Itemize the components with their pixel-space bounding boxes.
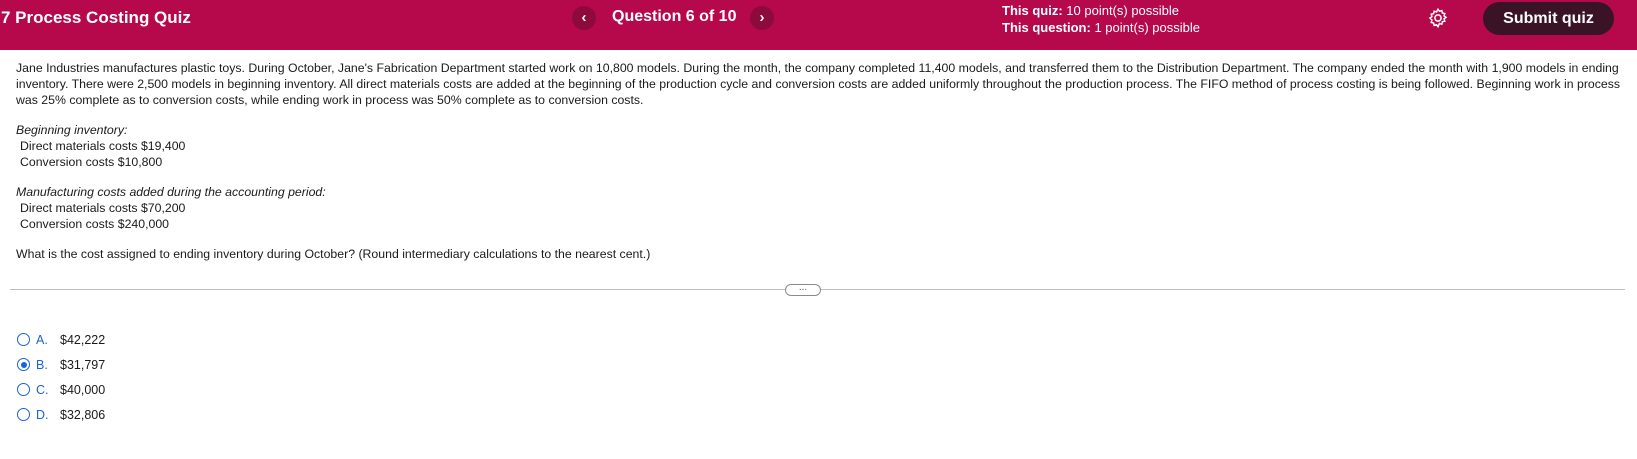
quiz-header: 7 Process Costing Quiz ‹ Question 6 of 1…: [0, 0, 1637, 50]
chevron-left-icon: ‹: [581, 9, 587, 26]
option-a[interactable]: A. $42,222: [17, 327, 105, 352]
gear-icon[interactable]: [1427, 7, 1449, 29]
option-c[interactable]: C. $40,000: [17, 377, 105, 402]
answer-options: A. $42,222 B. $31,797 C. $40,000 D. $32,…: [17, 327, 105, 427]
beginning-inventory-title: Beginning inventory:: [16, 123, 128, 137]
radio-d[interactable]: [17, 408, 30, 421]
added-costs-title: Manufacturing costs added during the acc…: [16, 185, 326, 199]
problem-statement: Jane Industries manufactures plastic toy…: [16, 61, 1621, 107]
beginning-conversion: Conversion costs $10,800: [20, 155, 163, 169]
question-counter: Question 6 of 10: [612, 8, 737, 25]
previous-question-button[interactable]: ‹: [572, 6, 596, 30]
resize-handle[interactable]: ...: [785, 283, 821, 296]
option-value: $40,000: [60, 382, 106, 397]
added-conversion: Conversion costs $240,000: [20, 217, 170, 231]
added-costs-block: Manufacturing costs added during the acc…: [16, 184, 1622, 232]
option-value: $42,222: [60, 332, 106, 347]
option-letter: B.: [36, 357, 48, 372]
quiz-points-value: 10 point(s) possible: [1066, 3, 1180, 18]
radio-c[interactable]: [17, 383, 30, 396]
option-value: $32,806: [60, 407, 106, 422]
radio-b[interactable]: [17, 358, 30, 371]
question-prompt: What is the cost assigned to ending inve…: [16, 247, 651, 261]
option-letter: D.: [36, 407, 49, 422]
quiz-points-label: This quiz:: [1002, 3, 1063, 18]
question-points-value: 1 point(s) possible: [1094, 20, 1200, 35]
option-b[interactable]: B. $31,797: [17, 352, 105, 377]
radio-a[interactable]: [17, 333, 30, 346]
quiz-title: 7 Process Costing Quiz: [1, 8, 191, 27]
added-materials: Direct materials costs $70,200: [20, 201, 186, 215]
beginning-materials: Direct materials costs $19,400: [20, 139, 186, 153]
next-question-button[interactable]: ›: [750, 6, 774, 30]
option-d[interactable]: D. $32,806: [17, 402, 105, 427]
option-letter: A.: [36, 332, 48, 347]
question-points-label: This question:: [1002, 20, 1091, 35]
chevron-right-icon: ›: [759, 9, 765, 26]
submit-quiz-button[interactable]: Submit quiz: [1483, 2, 1614, 35]
beginning-inventory-block: Beginning inventory: Direct materials co…: [16, 122, 1622, 170]
option-value: $31,797: [60, 357, 106, 372]
points-info: This quiz: 10 point(s) possible This que…: [1002, 2, 1200, 36]
option-letter: C.: [36, 382, 49, 397]
question-content: Jane Industries manufactures plastic toy…: [16, 60, 1622, 262]
